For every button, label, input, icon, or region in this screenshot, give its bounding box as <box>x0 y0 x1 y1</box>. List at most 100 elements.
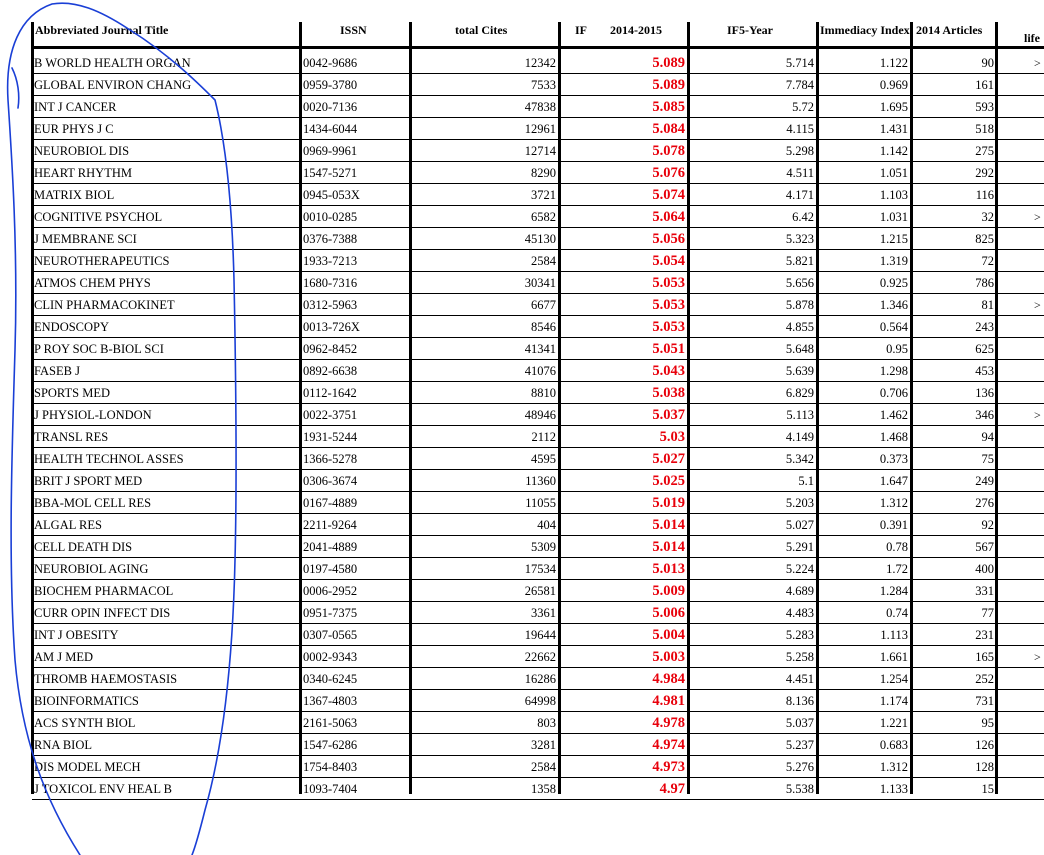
cell-cites: 30341 <box>524 276 556 290</box>
cell-cites: 19644 <box>524 628 556 642</box>
cell-if: 4.981 <box>652 693 685 709</box>
cell-imm: 1.122 <box>879 56 908 70</box>
cell-more <box>1034 603 1044 623</box>
cell-if5: 5.538 <box>785 782 814 796</box>
row-divider <box>32 205 1044 206</box>
cell-more <box>1034 229 1044 249</box>
cell-if5: 5.298 <box>785 144 814 158</box>
cell-title: NEUROBIOL DIS <box>34 144 130 158</box>
cell-issn: 0969-9961 <box>303 144 358 158</box>
cell-imm: 1.284 <box>879 584 908 598</box>
cell-title: CURR OPIN INFECT DIS <box>34 606 171 620</box>
cell-if5: 4.171 <box>785 188 814 202</box>
cell-if: 5.038 <box>652 385 685 401</box>
cell-art: 249 <box>975 474 994 488</box>
cell-imm: 0.706 <box>879 386 908 400</box>
cell-cites: 17534 <box>524 562 556 576</box>
cell-cites: 6677 <box>531 298 556 312</box>
cell-issn: 0306-3674 <box>303 474 358 488</box>
cell-if: 5.043 <box>652 363 685 379</box>
cell-title: EUR PHYS J C <box>34 122 114 136</box>
cell-issn: 2211-9264 <box>303 518 357 532</box>
cell-title: NEUROTHERAPEUTICS <box>34 254 170 268</box>
row-divider <box>32 469 1044 470</box>
cell-imm: 1.661 <box>879 650 908 664</box>
cell-if: 5.084 <box>652 121 685 137</box>
cell-more <box>1034 691 1044 711</box>
cell-more <box>1034 515 1044 535</box>
row-divider <box>32 293 1044 294</box>
cell-issn: 1547-6286 <box>303 738 358 752</box>
cell-if5: 5.821 <box>785 254 814 268</box>
cell-title: ENDOSCOPY <box>34 320 110 334</box>
cell-more <box>1034 163 1044 183</box>
cell-imm: 1.221 <box>879 716 908 730</box>
cell-if5: 5.237 <box>785 738 814 752</box>
cell-title: BIOCHEM PHARMACOL <box>34 584 174 598</box>
cell-issn: 0892-6638 <box>303 364 358 378</box>
cell-if: 5.027 <box>652 451 685 467</box>
header-2014-articles: 2014 Articles <box>916 23 983 37</box>
cell-issn: 0022-3751 <box>303 408 358 422</box>
cell-if: 5.019 <box>652 495 685 511</box>
cell-issn: 0945-053X <box>303 188 360 202</box>
cell-if: 5.089 <box>652 77 685 93</box>
cell-title: J MEMBRANE SCI <box>34 232 137 246</box>
row-divider <box>32 117 1044 118</box>
cell-art: 15 <box>981 782 995 796</box>
cell-title: FASEB J <box>34 364 80 378</box>
cell-if: 5.064 <box>652 209 685 225</box>
row-divider <box>32 161 1044 162</box>
cell-title: HEART RHYTHM <box>34 166 132 180</box>
cell-cites: 8546 <box>531 320 556 334</box>
cell-if: 5.054 <box>652 253 685 269</box>
cell-imm: 0.564 <box>879 320 908 334</box>
cell-more <box>1034 537 1044 557</box>
cell-if: 5.089 <box>652 55 685 71</box>
header-title: Abbreviated Journal Title <box>35 23 169 37</box>
cell-if: 4.973 <box>652 759 685 775</box>
column-divider <box>910 22 913 794</box>
row-divider <box>32 799 1044 800</box>
cell-more <box>1034 779 1044 799</box>
cell-art: 92 <box>981 518 995 532</box>
header-issn: ISSN <box>340 23 367 37</box>
cell-if5: 4.689 <box>785 584 814 598</box>
cell-art: 95 <box>981 716 995 730</box>
cell-art: 126 <box>975 738 994 752</box>
row-divider <box>32 271 1044 272</box>
cell-if: 5.013 <box>652 561 685 577</box>
cell-more <box>1034 185 1044 205</box>
row-divider <box>32 491 1044 492</box>
cell-art: 731 <box>975 694 994 708</box>
cell-cites: 12714 <box>524 144 556 158</box>
row-divider <box>32 733 1044 734</box>
cell-art: 75 <box>981 452 995 466</box>
cell-cites: 803 <box>537 716 556 730</box>
cell-art: 825 <box>975 232 994 246</box>
cell-art: 136 <box>975 386 994 400</box>
cell-title: NEUROBIOL AGING <box>34 562 149 576</box>
cell-art: 94 <box>981 430 995 444</box>
cell-cites: 4595 <box>531 452 556 466</box>
row-divider <box>32 73 1044 74</box>
cell-title: INT J OBESITY <box>34 628 119 642</box>
cell-imm: 1.647 <box>879 474 908 488</box>
cell-cites: 45130 <box>524 232 556 246</box>
cell-if5: 5.291 <box>785 540 814 554</box>
cell-more: > <box>1034 210 1041 224</box>
row-divider <box>32 425 1044 426</box>
header-total-cites: total Cites <box>455 23 508 37</box>
column-divider <box>995 22 998 794</box>
row-divider <box>32 139 1044 140</box>
cell-imm: 1.346 <box>879 298 908 312</box>
row-divider <box>32 557 1044 558</box>
row-divider <box>32 403 1044 404</box>
cell-if: 5.025 <box>652 473 685 489</box>
header-if: IF <box>575 23 587 37</box>
cell-title: HEALTH TECHNOL ASSES <box>34 452 184 466</box>
cell-more <box>1034 493 1044 513</box>
cell-imm: 1.431 <box>879 122 908 136</box>
cell-issn: 1093-7404 <box>303 782 358 796</box>
cell-title: INT J CANCER <box>34 100 117 114</box>
